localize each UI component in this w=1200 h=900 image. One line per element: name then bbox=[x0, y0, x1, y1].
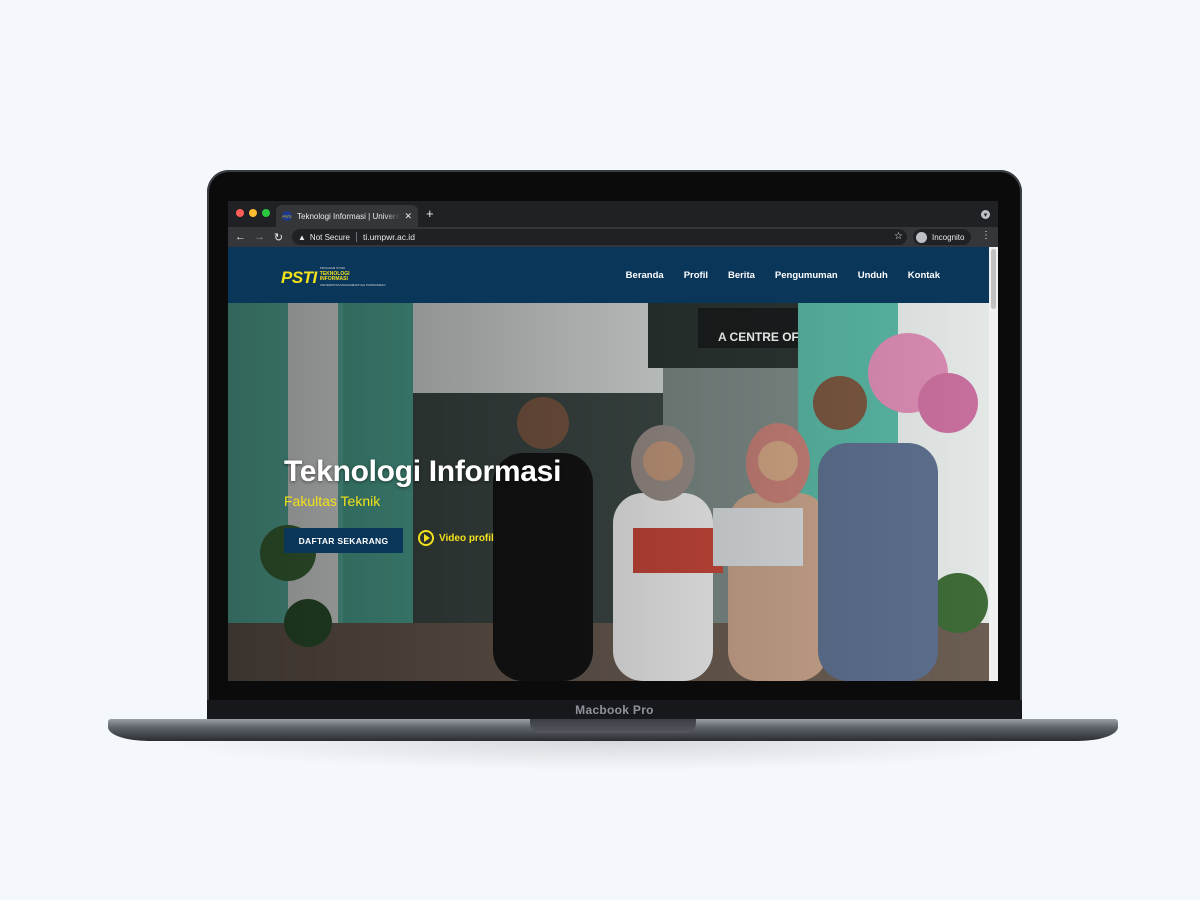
window-controls bbox=[236, 209, 270, 217]
logo-line-4: UNIVERSITAS MUHAMMADIYAH PURWOREJO bbox=[319, 282, 386, 287]
video-label: Video profil bbox=[439, 532, 494, 544]
hero-subtitle: Fakultas Teknik bbox=[284, 493, 381, 509]
hero-section: A CENTRE OF A bbox=[228, 303, 989, 681]
nav-item-kontak[interactable]: Kontak bbox=[908, 270, 940, 281]
nav-item-profil[interactable]: Profil bbox=[684, 270, 708, 281]
tab-title: Teknologi Informasi | Universitas Muhamm… bbox=[297, 211, 400, 221]
address-bar[interactable]: ▲ Not Secure ti.umpwr.ac.id ☆ bbox=[292, 229, 907, 245]
reload-icon[interactable]: ↻ bbox=[269, 231, 288, 244]
device-label: Macbook Pro bbox=[575, 703, 654, 717]
laptop-chin: Macbook Pro bbox=[207, 700, 1022, 720]
nav-item-unduh[interactable]: Unduh bbox=[858, 270, 888, 281]
url-text: ti.umpwr.ac.id bbox=[362, 232, 415, 242]
browser-window: PSTI Teknologi Informasi | Universitas M… bbox=[228, 201, 998, 681]
back-icon[interactable]: ← bbox=[231, 231, 250, 243]
forward-icon[interactable]: → bbox=[250, 231, 269, 243]
logo-mark: PSTI bbox=[281, 267, 317, 287]
kebab-menu-icon[interactable]: ⋮ bbox=[981, 230, 991, 241]
laptop-notch bbox=[530, 719, 696, 733]
security-label: Not Secure bbox=[309, 232, 350, 242]
close-window-button[interactable] bbox=[236, 209, 244, 217]
incognito-label: Incognito bbox=[932, 232, 965, 242]
laptop-shadow bbox=[150, 741, 1070, 771]
site-header: PSTI PROGRAM STUDI TEKNOLOGI INFORMASI U… bbox=[228, 247, 989, 303]
register-button[interactable]: DAFTAR SEKARANG bbox=[284, 528, 403, 553]
nav-item-beranda[interactable]: Beranda bbox=[626, 270, 664, 281]
play-icon bbox=[418, 530, 434, 546]
warning-icon: ▲ bbox=[298, 232, 306, 242]
favicon-icon: PSTI bbox=[282, 211, 292, 221]
nav-item-berita[interactable]: Berita bbox=[728, 270, 755, 281]
tab-bar: PSTI Teknologi Informasi | Universitas M… bbox=[228, 201, 998, 227]
site-logo[interactable]: PSTI PROGRAM STUDI TEKNOLOGI INFORMASI U… bbox=[281, 266, 385, 288]
scrollbar-thumb[interactable] bbox=[991, 249, 996, 309]
scrollbar[interactable] bbox=[989, 247, 998, 681]
hero-photo: A CENTRE OF A bbox=[228, 303, 989, 681]
hero-title: Teknologi Informasi bbox=[284, 455, 562, 488]
star-icon[interactable]: ☆ bbox=[894, 231, 903, 242]
main-nav: Beranda Profil Berita Pengumuman Unduh K… bbox=[626, 247, 940, 303]
tab-search-icon[interactable]: ▾ bbox=[981, 210, 990, 219]
incognito-badge[interactable]: Incognito bbox=[913, 229, 971, 245]
logo-text: PROGRAM STUDI TEKNOLOGI INFORMASI UNIVER… bbox=[320, 266, 386, 288]
nav-item-pengumuman[interactable]: Pengumuman bbox=[775, 270, 838, 281]
incognito-icon bbox=[916, 231, 927, 243]
browser-toolbar: ← → ↻ ▲ Not Secure ti.umpwr.ac.id ☆ Inco… bbox=[228, 227, 998, 247]
new-tab-icon[interactable]: + bbox=[426, 206, 434, 221]
maximize-window-button[interactable] bbox=[262, 209, 270, 217]
minimize-window-button[interactable] bbox=[249, 209, 257, 217]
page-viewport: PSTI PROGRAM STUDI TEKNOLOGI INFORMASI U… bbox=[228, 247, 998, 681]
browser-tab[interactable]: PSTI Teknologi Informasi | Universitas M… bbox=[276, 205, 418, 227]
close-tab-icon[interactable]: ✕ bbox=[404, 211, 412, 222]
separator bbox=[355, 232, 357, 242]
video-profile-link[interactable]: Video profil bbox=[418, 530, 494, 546]
